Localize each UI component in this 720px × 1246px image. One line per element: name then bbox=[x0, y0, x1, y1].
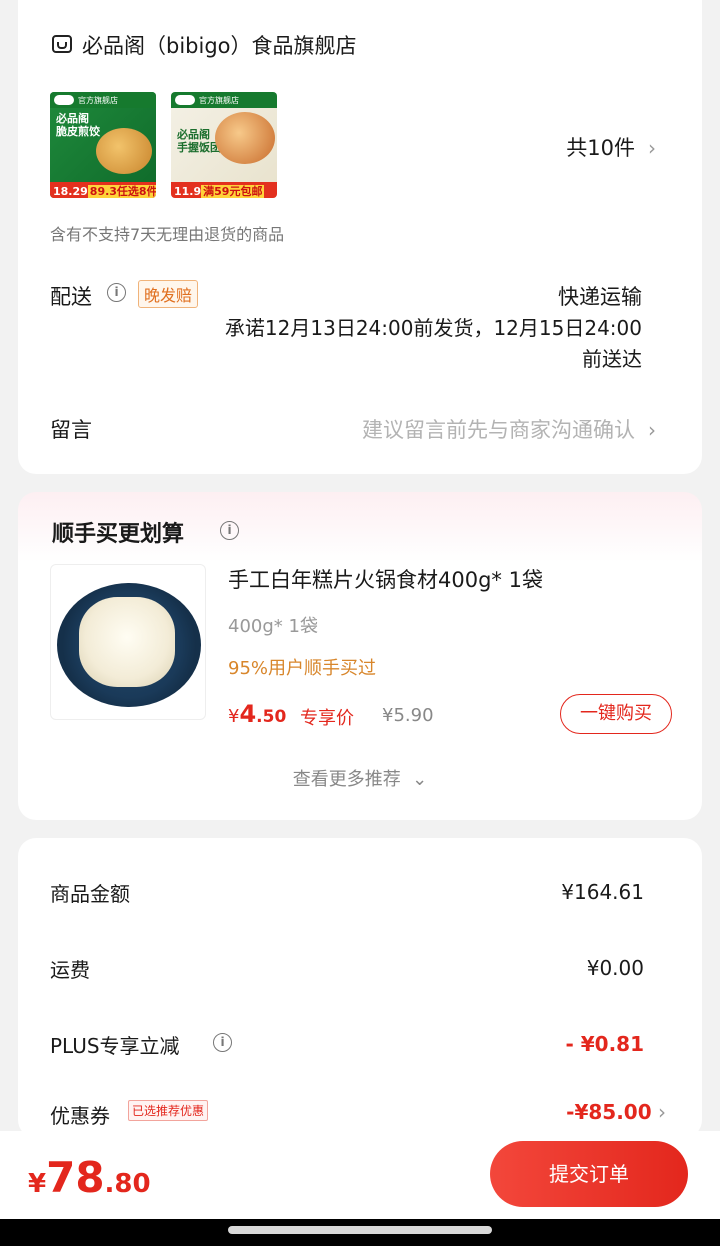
checkout-bar: ¥78.80 提交订单 bbox=[0, 1131, 720, 1219]
home-indicator[interactable] bbox=[228, 1226, 492, 1234]
original-price: ¥5.90 bbox=[382, 705, 434, 726]
info-icon[interactable]: i bbox=[220, 521, 239, 540]
store-name[interactable]: 必品阁（bibigo）食品旗舰店 bbox=[82, 30, 357, 60]
shipping-fee-value: ¥0.00 bbox=[586, 956, 644, 980]
late-compensation-badge: 晚发赔 bbox=[138, 280, 199, 308]
coupon-value: -¥85.00 bbox=[566, 1100, 652, 1124]
rice-cake-image[interactable] bbox=[50, 564, 206, 720]
recommend-item-stat: 95%用户顺手买过 bbox=[228, 658, 377, 679]
thumb-price-bar: 11.9 满59元包邮 bbox=[171, 182, 277, 198]
chevron-right-icon: › bbox=[641, 136, 656, 160]
recommend-item-price: ¥4.50 bbox=[228, 700, 287, 728]
coupon-recommended-badge: 已选推荐优惠 bbox=[128, 1100, 209, 1121]
store-icon bbox=[52, 35, 72, 53]
thumb-price-bar: 18.29 89.3任选8件 bbox=[50, 182, 156, 198]
riceball-image bbox=[215, 112, 275, 164]
delivery-label: 配送 bbox=[50, 285, 92, 309]
return-policy-note: 含有不支持7天无理由退货的商品 bbox=[50, 225, 285, 244]
dumpling-image bbox=[96, 128, 152, 174]
bibigo-logo bbox=[175, 95, 195, 105]
coupon-label: 优惠券 bbox=[50, 1104, 110, 1128]
info-icon[interactable]: i bbox=[213, 1033, 232, 1052]
goods-amount-label: 商品金额 bbox=[50, 882, 130, 906]
recommendation-title: 顺手买更划算 bbox=[52, 522, 185, 547]
message-label: 留言 bbox=[50, 418, 92, 442]
plus-discount-label: PLUS专享立减 bbox=[50, 1034, 180, 1058]
plus-discount-value: - ¥0.81 bbox=[565, 1032, 644, 1056]
chevron-right-icon: › bbox=[641, 418, 656, 442]
recommend-item-name[interactable]: 手工白年糕片火锅食材400g* 1袋 bbox=[228, 564, 543, 594]
price-summary-card: 商品金额 ¥164.61 运费 ¥0.00 PLUS专享立减 i - ¥0.81… bbox=[18, 838, 702, 1138]
item-count-link[interactable]: 共10件 › bbox=[566, 132, 656, 162]
item-count: 共10件 bbox=[566, 136, 635, 160]
goods-amount-value: ¥164.61 bbox=[561, 880, 644, 904]
coupon-row[interactable]: -¥85.00 › bbox=[566, 1100, 666, 1124]
bibigo-logo bbox=[54, 95, 74, 105]
info-icon[interactable]: i bbox=[107, 283, 126, 302]
submit-order-button[interactable]: 提交订单 bbox=[490, 1141, 688, 1207]
recommendation-card: 顺手买更划算 i 手工白年糕片火锅食材400g* 1袋 400g* 1袋 95%… bbox=[18, 492, 702, 820]
thumb-title: 必品阁 脆皮煎饺 bbox=[56, 112, 100, 138]
product-thumbnail-dumplings[interactable]: 官方旗舰店 必品阁 脆皮煎饺 18.29 89.3任选8件 bbox=[50, 92, 156, 198]
chevron-right-icon: › bbox=[651, 1100, 666, 1124]
chevron-down-icon: ⌄ bbox=[406, 769, 428, 790]
delivery-method[interactable]: 快递运输 bbox=[558, 281, 642, 311]
product-thumbnail-riceball[interactable]: 官方旗舰店 必品阁 手握饭团 11.9 满59元包邮 bbox=[171, 92, 277, 198]
more-recommendations-link[interactable]: 查看更多推荐 ⌄ bbox=[18, 765, 702, 791]
message-input[interactable]: 建议留言前先与商家沟通确认 › bbox=[362, 414, 656, 444]
recommend-item-spec: 400g* 1袋 bbox=[228, 616, 318, 637]
delivery-promise: 承诺12月13日24:00前发货，12月15日24:00 前送达 bbox=[224, 316, 642, 371]
total-price: ¥78.80 bbox=[28, 1153, 151, 1202]
shipping-fee-label: 运费 bbox=[50, 958, 90, 982]
one-click-buy-button[interactable]: 一键购买 bbox=[560, 694, 672, 734]
store-card: 必品阁（bibigo）食品旗舰店 官方旗舰店 必品阁 脆皮煎饺 18.29 89.3… bbox=[18, 0, 702, 474]
exclusive-price-label: 专享价 bbox=[300, 708, 354, 729]
